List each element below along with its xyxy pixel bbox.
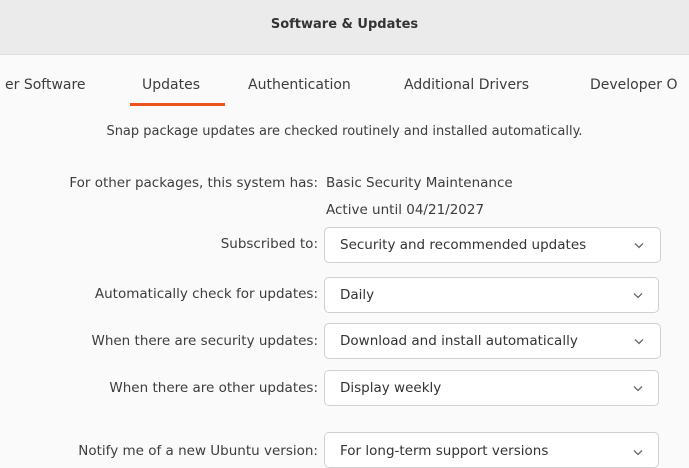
title-bar: Software & Updates xyxy=(0,0,689,55)
chevron-down-icon xyxy=(633,385,643,392)
support-plan-value: Basic Security Maintenance xyxy=(326,175,513,191)
subscribed-to-dropdown[interactable]: Security and recommended updates xyxy=(324,227,661,263)
auto-check-label: Automatically check for updates: xyxy=(94,286,318,302)
other-updates-dropdown[interactable]: Display weekly xyxy=(324,370,659,406)
tab-bar: er Software Updates Authentication Addit… xyxy=(0,54,689,108)
auto-check-dropdown[interactable]: Daily xyxy=(324,277,659,313)
window-title: Software & Updates xyxy=(270,17,419,32)
snap-updates-note: Snap package updates are checked routine… xyxy=(106,124,583,139)
auto-check-value: Daily xyxy=(340,287,375,303)
chevron-down-icon xyxy=(633,449,643,456)
selected-tab-indicator xyxy=(130,103,225,106)
subscribed-to-label: Subscribed to: xyxy=(220,236,318,252)
tab-other-software[interactable]: er Software xyxy=(5,77,86,93)
security-updates-value: Download and install automatically xyxy=(340,333,578,349)
chevron-down-icon xyxy=(634,338,644,345)
chevron-down-icon xyxy=(633,292,643,299)
tab-authentication[interactable]: Authentication xyxy=(248,77,351,93)
support-expiry-value: Active until 04/21/2027 xyxy=(326,202,485,218)
tab-additional-drivers[interactable]: Additional Drivers xyxy=(404,77,529,93)
tab-developer-options[interactable]: Developer O xyxy=(590,77,677,93)
security-updates-dropdown[interactable]: Download and install automatically xyxy=(324,323,661,359)
notify-version-label: Notify me of a new Ubuntu version: xyxy=(78,443,318,459)
chevron-down-icon xyxy=(634,242,644,249)
notify-version-dropdown[interactable]: For long-term support versions xyxy=(324,432,659,468)
other-updates-label: When there are other updates: xyxy=(109,380,318,396)
subscribed-to-value: Security and recommended updates xyxy=(340,237,587,253)
security-updates-label: When there are security updates: xyxy=(91,333,318,349)
system-support-label: For other packages, this system has: xyxy=(69,175,318,191)
other-updates-value: Display weekly xyxy=(340,380,442,396)
tab-updates[interactable]: Updates xyxy=(142,77,200,93)
notify-version-value: For long-term support versions xyxy=(340,443,549,459)
